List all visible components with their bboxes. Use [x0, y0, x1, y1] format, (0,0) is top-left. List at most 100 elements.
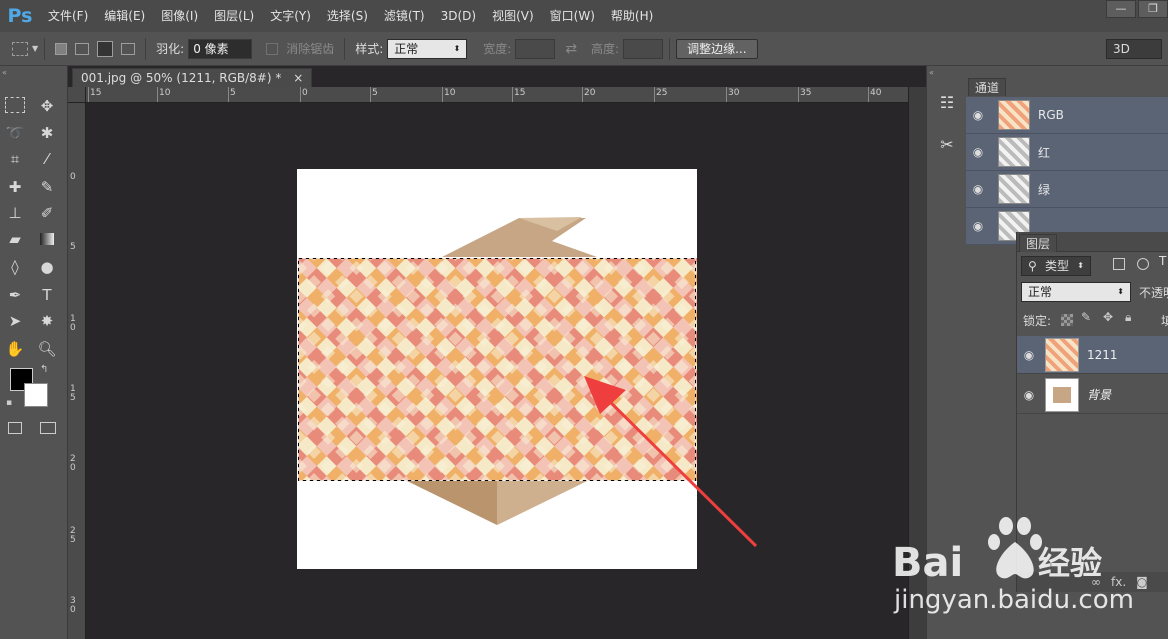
channel-row[interactable]: ◉ RGB	[966, 97, 1168, 134]
eye-icon[interactable]: ◉	[966, 182, 990, 196]
eye-icon[interactable]: ◉	[1017, 388, 1041, 402]
workspace-select[interactable]: 3D	[1106, 38, 1162, 59]
channel-thumbnail	[998, 174, 1030, 204]
ruler-left-label: 20	[70, 454, 76, 473]
layers-tab[interactable]: 图层	[1019, 234, 1058, 252]
gradient-icon[interactable]	[34, 228, 60, 250]
menu-item-2[interactable]: 图像(I)	[153, 0, 206, 32]
adjustment-filter-icon[interactable]	[1137, 258, 1149, 270]
screen-mode-icon[interactable]	[40, 422, 56, 434]
width-label: 宽度:	[483, 42, 512, 56]
document-tab[interactable]: 001.jpg @ 50% (1211, RGB/8#) * ×	[72, 68, 313, 87]
add-selection-icon[interactable]	[75, 42, 90, 55]
channel-row[interactable]: ◉ 红	[966, 134, 1168, 171]
quick-mask-icon[interactable]	[8, 422, 22, 434]
history-brush-icon[interactable]: ✐	[34, 202, 60, 224]
refine-edge-button[interactable]: 调整边缘...	[676, 38, 758, 59]
swap-colors-icon[interactable]: ↰	[40, 364, 48, 375]
healing-brush-icon[interactable]: ✚	[2, 176, 28, 198]
channel-row[interactable]: ◉ 绿	[966, 171, 1168, 208]
menu-item-1[interactable]: 编辑(E)	[96, 0, 153, 32]
rect-marquee-icon[interactable]	[5, 97, 25, 113]
blur-icon[interactable]: ◊	[2, 256, 28, 278]
brush-icon[interactable]: ✎	[34, 176, 60, 198]
intersect-selection-icon[interactable]	[121, 42, 136, 55]
menu-item-7[interactable]: 3D(D)	[433, 0, 484, 32]
layer-row[interactable]: ◉ 1211	[1017, 336, 1168, 374]
width-input[interactable]	[515, 38, 556, 59]
marquee-tool-preset-icon[interactable]	[12, 41, 28, 56]
ruler-left-label: 5	[70, 242, 76, 252]
close-tab-icon[interactable]: ×	[293, 71, 303, 85]
swap-icon[interactable]: ⇄	[565, 41, 577, 57]
ruler-horizontal: 15 10 5 0 5 10 15 20 25 30 35 40	[86, 87, 908, 103]
lock-all-icon[interactable]: 🔒︎	[1125, 310, 1131, 325]
zoom-icon[interactable]: 🔍︎	[34, 338, 60, 360]
style-select[interactable]: 正常 ⬍	[387, 38, 468, 59]
layer-thumbnail	[1045, 377, 1079, 412]
layer-row[interactable]: ◉ 背景	[1017, 376, 1168, 414]
lock-transparent-icon[interactable]	[1061, 314, 1073, 326]
path-selection-icon[interactable]: ➤	[2, 310, 28, 332]
channel-label: 绿	[1038, 182, 1051, 197]
magic-wand-icon[interactable]: ✱	[34, 122, 60, 144]
panel-icon-strip: « ☷ ✂	[926, 66, 966, 639]
document-tab-title: 001.jpg @ 50% (1211, RGB/8#) *	[81, 71, 282, 85]
collapse-icon[interactable]: «	[929, 68, 934, 77]
type-icon[interactable]: T	[34, 284, 60, 306]
menu-item-9[interactable]: 窗口(W)	[542, 0, 603, 32]
subtract-selection-icon[interactable]	[97, 40, 114, 57]
collapse-icon[interactable]: «	[2, 68, 7, 77]
minimize-button[interactable]: —	[1106, 0, 1136, 18]
lock-position-icon[interactable]: ✥	[1103, 310, 1113, 324]
menu-item-0[interactable]: 文件(F)	[40, 0, 96, 32]
height-label: 高度:	[591, 42, 620, 56]
history-panel-icon[interactable]: ☷	[935, 90, 959, 114]
dodge-icon[interactable]: ●	[34, 256, 60, 278]
search-icon: ⚲	[1028, 259, 1037, 273]
custom-shape-icon[interactable]: ✸	[34, 310, 60, 332]
chevron-down-icon[interactable]: ▼	[32, 44, 38, 53]
tool-presets-icon[interactable]: ✂	[935, 132, 959, 156]
menu-item-8[interactable]: 视图(V)	[484, 0, 542, 32]
feather-input[interactable]: 0 像素	[188, 38, 253, 59]
crop-icon[interactable]: ⌗	[2, 148, 28, 170]
new-selection-icon[interactable]	[55, 42, 68, 55]
layer-filter-select[interactable]: ⚲ 类型 ⬍	[1021, 256, 1091, 276]
layer-thumbnail	[1045, 337, 1079, 372]
restore-button[interactable]: ❐	[1138, 0, 1168, 18]
image-filter-icon[interactable]	[1113, 258, 1125, 270]
eyedropper-icon[interactable]: ⁄	[34, 148, 60, 170]
type-filter-icon[interactable]: T	[1159, 254, 1166, 268]
eye-icon[interactable]: ◉	[966, 219, 990, 233]
background-color-swatch[interactable]	[24, 383, 48, 407]
divider	[44, 37, 46, 60]
eye-icon[interactable]: ◉	[1017, 348, 1041, 362]
ruler-origin[interactable]	[68, 87, 86, 103]
menu-item-3[interactable]: 图层(L)	[206, 0, 262, 32]
clone-stamp-icon[interactable]: ⊥	[2, 202, 28, 224]
menu-item-10[interactable]: 帮助(H)	[603, 0, 661, 32]
fx-icon[interactable]: fx.	[1111, 575, 1126, 589]
channels-tab[interactable]: 通道	[968, 78, 1007, 96]
eye-icon[interactable]: ◉	[966, 108, 990, 122]
lock-pixels-icon[interactable]: ✎	[1081, 310, 1091, 324]
move-icon[interactable]: ✥	[34, 95, 60, 117]
menu-item-5[interactable]: 选择(S)	[319, 0, 376, 32]
hand-icon[interactable]: ✋	[2, 338, 28, 360]
add-mask-icon[interactable]: ◙	[1136, 575, 1148, 589]
antialias-checkbox[interactable]	[266, 42, 279, 55]
pen-icon[interactable]: ✒	[2, 284, 28, 306]
vertical-scrollbar[interactable]	[908, 87, 926, 639]
height-input[interactable]	[623, 38, 664, 59]
menu-item-6[interactable]: 滤镜(T)	[376, 0, 433, 32]
eraser-icon[interactable]: ▰	[2, 228, 28, 250]
default-colors-icon[interactable]: ▪	[6, 398, 12, 408]
ruler-top-label: 10	[159, 88, 171, 98]
menu-item-4[interactable]: 文字(Y)	[262, 0, 319, 32]
blend-mode-select[interactable]: 正常 ⬍	[1021, 282, 1131, 302]
eye-icon[interactable]: ◉	[966, 145, 990, 159]
lasso-icon[interactable]: ➰	[2, 122, 28, 144]
ruler-left-label: 30	[70, 596, 76, 615]
link-layers-icon[interactable]: ∞	[1091, 575, 1101, 589]
